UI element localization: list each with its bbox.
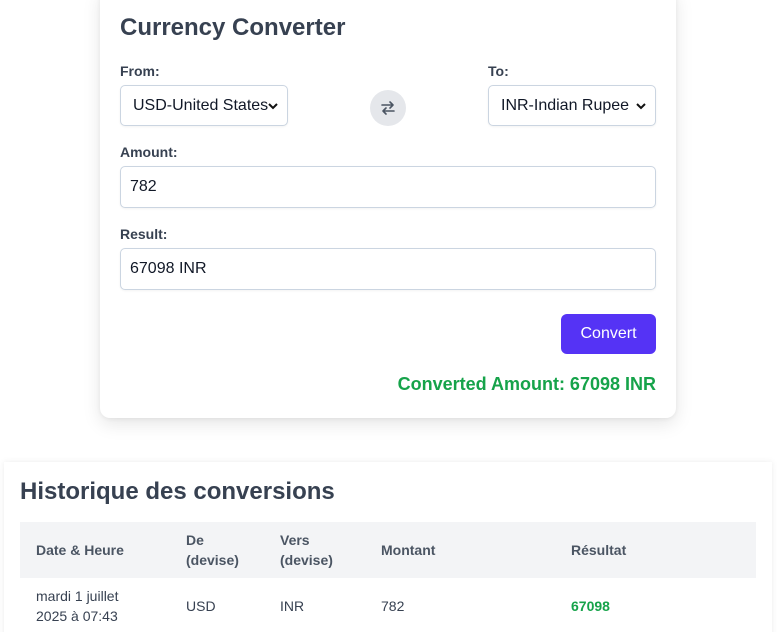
to-currency-value: INR-Indian Rupee: [501, 96, 630, 114]
chevron-down-icon: [636, 103, 646, 110]
row-from: USD: [186, 598, 216, 614]
header-from-line2: (devise): [186, 552, 239, 568]
history-title: Historique des conversions: [20, 478, 335, 505]
result-field: 67098 INR: [120, 248, 656, 290]
row-result: 67098: [571, 598, 610, 614]
converter-card: Currency Converter From: USD-United Stat…: [100, 0, 676, 418]
result-label: Result:: [120, 226, 168, 242]
row-to: INR: [280, 598, 305, 614]
header-amount: Montant: [381, 542, 436, 558]
swap-arrows-icon: [381, 101, 395, 115]
converter-title: Currency Converter: [120, 14, 346, 41]
amount-input[interactable]: 782: [120, 166, 656, 208]
header-from: De (devise): [186, 530, 239, 570]
history-table-header: Date & Heure De (devise) Vers (devise) M…: [20, 522, 756, 578]
history-panel: Historique des conversions Date & Heure …: [4, 462, 772, 632]
row-date-line2: 2025 à 07:43: [36, 608, 118, 624]
convert-button[interactable]: Convert: [561, 314, 656, 354]
to-currency-select[interactable]: INR-Indian Rupee: [488, 85, 656, 126]
swap-currencies-button[interactable]: [370, 90, 406, 126]
header-date: Date & Heure: [36, 542, 124, 558]
converted-amount-text: Converted Amount: 67098 INR: [397, 374, 656, 394]
from-currency-select[interactable]: USD-United States: [120, 85, 288, 126]
header-to-line1: Vers: [280, 532, 310, 548]
from-currency-value: USD-United States: [133, 96, 269, 114]
header-to-line2: (devise): [280, 552, 333, 568]
header-result: Résultat: [571, 542, 627, 558]
header-from-line1: De: [186, 532, 204, 548]
amount-label: Amount:: [120, 144, 178, 160]
header-to: Vers (devise): [280, 530, 333, 570]
row-amount: 782: [381, 598, 405, 614]
chevron-down-icon: [268, 103, 278, 110]
row-date: mardi 1 juillet 2025 à 07:43: [36, 586, 118, 626]
row-date-line1: mardi 1 juillet: [36, 588, 119, 604]
from-label: From:: [120, 63, 160, 79]
to-label: To:: [488, 63, 509, 79]
